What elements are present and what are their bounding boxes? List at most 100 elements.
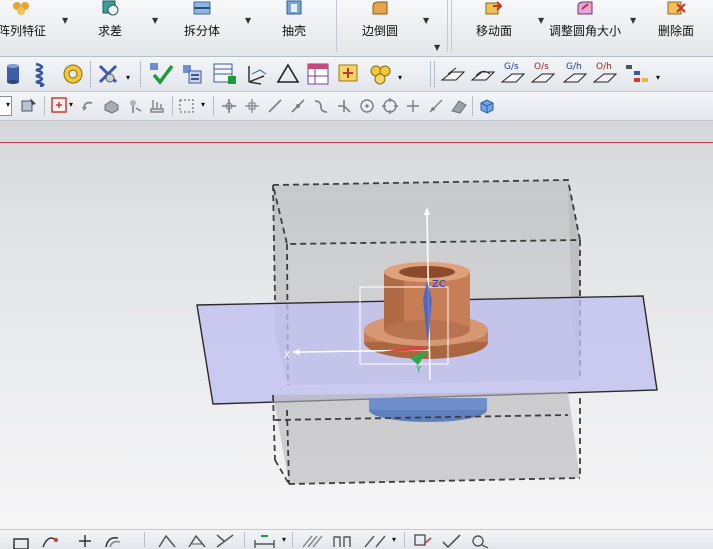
mirror-icon[interactable] <box>362 532 388 549</box>
chevron-down-icon[interactable]: ▼ <box>152 16 158 25</box>
tools-icon[interactable] <box>96 62 122 86</box>
coordinate-system-icon[interactable] <box>244 62 270 86</box>
constraint-icon[interactable] <box>186 532 208 549</box>
toolbar-separator <box>434 61 435 87</box>
bottom-toolbar: ▾ ▾ <box>0 529 713 549</box>
surface-gh-icon[interactable]: G/h <box>562 60 588 86</box>
resize-blend-icon <box>577 1 593 15</box>
point-on-face-icon[interactable] <box>450 97 468 115</box>
sketch-check-icon[interactable] <box>440 532 464 549</box>
view-cube-icon[interactable] <box>478 97 496 115</box>
select-face-icon[interactable] <box>50 96 70 116</box>
graphics-viewport[interactable]: ZC X Y <box>0 121 713 529</box>
chevron-down-icon[interactable]: ▼ <box>434 43 440 52</box>
ribbon-separator <box>336 0 337 52</box>
chevron-down-icon[interactable]: ▾ <box>201 100 205 109</box>
sketch-tool-icon[interactable] <box>470 532 492 549</box>
quadrant-point-icon[interactable] <box>381 97 399 115</box>
arc-icon[interactable] <box>40 532 62 549</box>
edge-blend-icon <box>372 1 388 15</box>
midpoint-icon[interactable] <box>289 97 307 115</box>
hatch-icon[interactable] <box>300 532 324 549</box>
solid-body-icon[interactable] <box>102 97 120 115</box>
assembly-icon[interactable] <box>180 62 206 86</box>
spreadsheet-icon[interactable] <box>306 62 330 86</box>
toolbar-separator <box>430 61 431 87</box>
toolbar-separator <box>144 532 145 547</box>
intersection-icon[interactable] <box>335 97 353 115</box>
toolbar-separator <box>404 532 405 547</box>
hierarchy-icon[interactable] <box>624 63 650 85</box>
chevron-down-icon[interactable]: ▼ <box>630 16 636 25</box>
chevron-down-icon: ▾ <box>5 100 10 109</box>
curve-icon[interactable] <box>312 97 330 115</box>
chevron-down-icon[interactable]: ▾ <box>69 100 73 109</box>
ribbon-resize-blend-button[interactable]: 调整圆角大小 <box>548 0 622 56</box>
surface-oh-icon[interactable]: O/h <box>592 60 618 86</box>
ribbon-subtract-button[interactable]: 求差 <box>90 0 130 56</box>
snap-point-icon[interactable] <box>243 97 261 115</box>
x-axis-label: X <box>284 351 290 361</box>
surface-draft-icon[interactable] <box>440 62 466 86</box>
sketch-frame-icon[interactable] <box>412 532 434 549</box>
table-list-icon[interactable] <box>212 62 238 86</box>
gear-hand-icon[interactable] <box>148 97 166 115</box>
ribbon-edge-blend-button[interactable]: 边倒圆 <box>358 0 402 56</box>
ribbon-label: 边倒圆 <box>361 24 398 38</box>
toolbar-separator <box>90 61 91 87</box>
ribbon-label: 移动面 <box>475 24 512 38</box>
center-point-icon[interactable] <box>358 97 376 115</box>
svg-text:G/s: G/s <box>504 62 519 72</box>
chevron-down-icon[interactable]: ▼ <box>423 16 429 25</box>
chevron-down-icon[interactable]: ▾ <box>392 535 396 544</box>
existing-point-icon[interactable] <box>404 97 422 115</box>
chevron-down-icon[interactable]: ▾ <box>126 73 130 82</box>
triangle-icon[interactable] <box>276 62 300 86</box>
select-component-icon[interactable] <box>20 96 40 116</box>
filter-dropdown[interactable]: ▾ <box>0 96 12 116</box>
line-icon[interactable] <box>266 97 284 115</box>
cylinder-icon[interactable] <box>4 63 22 85</box>
ribbon-move-face-button[interactable]: 移动面 <box>472 0 516 56</box>
spring-icon[interactable] <box>32 61 52 87</box>
ribbon-delete-face-button[interactable]: 删除面 <box>656 0 696 56</box>
move-handle-icon[interactable] <box>220 97 238 115</box>
chevron-down-icon[interactable]: ▾ <box>398 73 402 82</box>
ribbon-separator <box>451 0 452 52</box>
ribbon-separator <box>447 0 448 52</box>
box-select-icon[interactable] <box>178 97 196 115</box>
undo-curve-icon[interactable] <box>80 97 98 115</box>
multi-body-icon[interactable] <box>368 62 394 86</box>
pin-icon[interactable] <box>126 97 144 115</box>
pattern-icon[interactable] <box>330 532 356 549</box>
chevron-down-icon[interactable]: ▾ <box>656 73 660 82</box>
chevron-down-icon[interactable]: ▼ <box>62 16 68 25</box>
ribbon-split-body-button[interactable]: 拆分体 <box>180 0 224 56</box>
cylinder-side[interactable] <box>369 398 487 410</box>
toolbar-separator <box>292 532 293 547</box>
point-icon[interactable] <box>76 532 94 549</box>
dimension-icon[interactable] <box>252 532 278 549</box>
zc-label: ZC <box>432 279 446 290</box>
rectangle-icon[interactable] <box>12 534 32 549</box>
chevron-down-icon[interactable]: ▾ <box>282 535 286 544</box>
ribbon-pattern-feature-button[interactable]: 阵列特征 <box>0 0 50 56</box>
svg-text:O/s: O/s <box>534 62 549 72</box>
trim-icon[interactable] <box>214 532 236 549</box>
check-body-icon[interactable] <box>148 61 176 87</box>
point-set-icon[interactable] <box>336 62 362 86</box>
pattern-feature-icon <box>13 2 29 15</box>
delete-face-icon <box>667 1 686 15</box>
point-on-curve-icon[interactable] <box>427 97 445 115</box>
surface-offset-icon[interactable] <box>470 62 496 86</box>
ring-icon[interactable] <box>62 63 84 85</box>
constraint-icon[interactable] <box>156 532 178 549</box>
surface-os-icon[interactable]: O/s <box>530 60 556 86</box>
offset-curve-icon[interactable] <box>102 532 128 549</box>
chevron-down-icon[interactable]: ▼ <box>245 16 251 25</box>
surface-gs-icon[interactable]: G/s <box>500 60 526 86</box>
ribbon-shell-button[interactable]: 抽壳 <box>278 0 310 56</box>
toolbar-separator <box>140 61 141 87</box>
chevron-down-icon[interactable]: ▼ <box>538 16 544 25</box>
model-canvas[interactable]: ZC X Y <box>0 121 713 529</box>
